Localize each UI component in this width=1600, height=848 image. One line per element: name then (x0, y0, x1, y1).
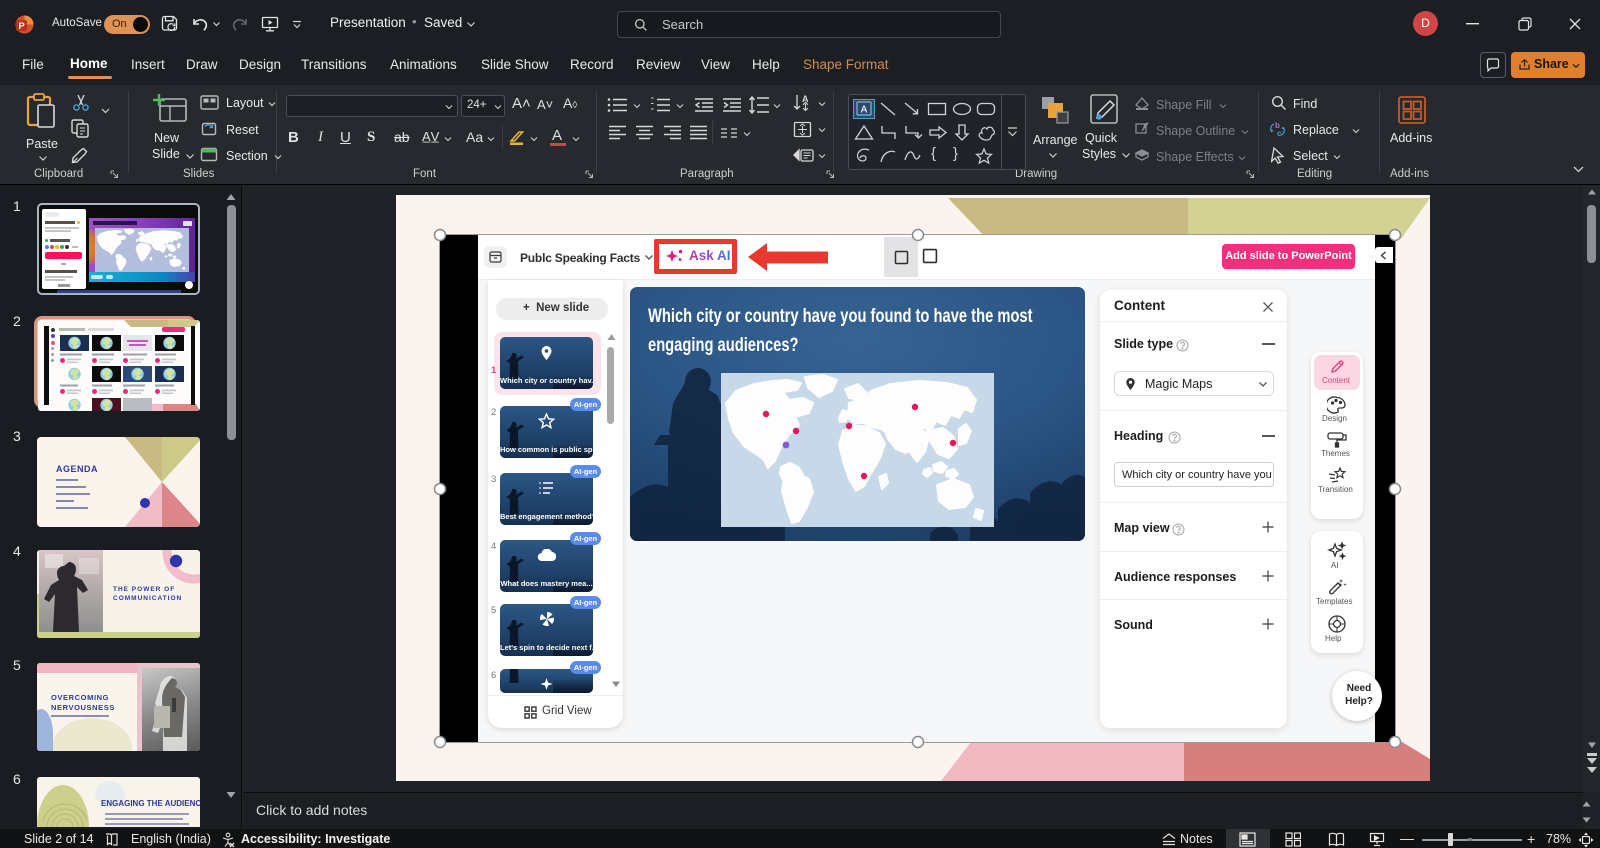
svg-text:P: P (18, 21, 25, 32)
svg-text:c: c (1277, 129, 1282, 138)
svg-text:A: A (860, 105, 867, 116)
